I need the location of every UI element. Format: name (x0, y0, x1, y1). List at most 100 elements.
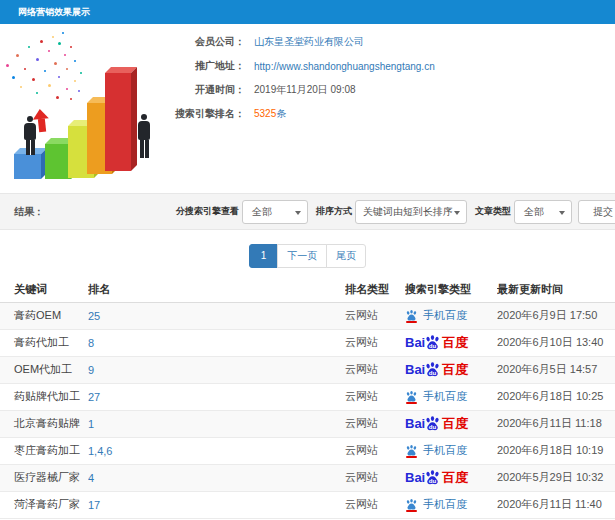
keyword-cell: 膏药代加工 (0, 329, 88, 356)
keyword-cell: 枣庄膏药加工 (0, 437, 88, 464)
table-header-row: 关键词 排名 排名类型 搜索引擎类型 最新更新时间 (0, 277, 615, 302)
col-rank: 排名 (88, 277, 345, 302)
rank-link[interactable]: 9 (88, 364, 94, 376)
caret-down-icon (454, 211, 460, 215)
engine-cell: 手机百度 (405, 491, 497, 518)
info-label: 会员公司： (150, 35, 245, 49)
engine-cell: Baidu百度 (405, 410, 497, 437)
info-section: 会员公司： 山东皇圣堂药业有限公司推广地址：http://www.shandong… (0, 24, 615, 193)
engine-label: 手机百度 (423, 444, 467, 456)
sort-label: 排序方式 (316, 205, 352, 218)
info-value[interactable]: http://www.shandonghuangshengtang.cn (254, 61, 435, 72)
rank-link[interactable]: 4 (88, 472, 94, 484)
mobile-baidu-icon (405, 498, 418, 512)
baidu-logo-icon: Baidu百度 (405, 415, 468, 433)
keyword-cell: 菏泽膏药厂家 (0, 491, 88, 518)
info-value: 2019年11月20日 09:08 (254, 83, 356, 97)
last-page[interactable]: 尾页 (326, 244, 366, 268)
engine-cell: Baidu百度 (405, 464, 497, 491)
engine-cell: 手机百度 (405, 302, 497, 329)
rank-type-cell: 云网站 (345, 302, 405, 329)
table-row: 北京膏药贴牌1 云网站Baidu百度 2020年6月11日 11:18 (0, 410, 615, 437)
rank-type-cell: 云网站 (345, 437, 405, 464)
svg-text:du: du (429, 423, 437, 430)
results-filter-bar: 结果： 分搜索引擎查看 全部 排序方式 关键词由短到长排序 文章类型 全部 提交 (0, 193, 615, 230)
keyword-cell: 北京膏药贴牌 (0, 410, 88, 437)
sort-select[interactable]: 关键词由短到长排序 (355, 200, 467, 224)
mobile-baidu-icon (405, 309, 418, 323)
rank-link[interactable]: 1,4,6 (88, 445, 112, 457)
page-1[interactable]: 1 (249, 244, 279, 268)
updated-cell: 2020年5月29日 10:32 (497, 464, 615, 491)
submit-button[interactable]: 提交 (578, 200, 615, 224)
rank-link[interactable]: 25 (88, 310, 100, 322)
table-row: 枣庄膏药加工1,4,6 云网站 手机百度 2020年6月18日 10:19 (0, 437, 615, 464)
table-row: 药贴牌代加工27云网站手机百度2020年6月18日 10:25 (0, 383, 615, 410)
rank-type-cell: 云网站 (345, 356, 405, 383)
engine-cell: 手机百度 (405, 437, 497, 464)
updated-cell: 2020年6月10日 13:40 (497, 329, 615, 356)
svg-text:du: du (429, 369, 437, 376)
info-field: 搜索引擎排名： 5325条 (150, 106, 435, 122)
engine-cell: Baidu百度 (405, 329, 497, 356)
baidu-logo-icon: Baidu百度 (405, 361, 468, 379)
info-label: 搜索引擎排名： (150, 107, 245, 121)
keyword-cell: 膏药OEM (0, 302, 88, 329)
engine-cell: 手机百度 (405, 383, 497, 410)
rank-link[interactable]: 17 (88, 499, 100, 511)
updated-cell: 2020年6月11日 11:18 (497, 410, 615, 437)
updated-cell: 2020年6月18日 10:19 (497, 437, 615, 464)
type-select[interactable]: 全部 (514, 200, 572, 224)
table-row: 菏泽膏药厂家17 云网站 手机百度 2020年6月11日 11:40 (0, 491, 615, 518)
col-updated: 最新更新时间 (497, 277, 615, 302)
pagination: 1 下一页 尾页 (249, 244, 367, 268)
rank-link[interactable]: 1 (88, 418, 94, 430)
mobile-baidu-icon (405, 390, 418, 404)
businessman-left (22, 116, 38, 155)
caret-down-icon (295, 211, 301, 215)
info-field: 推广地址：http://www.shandonghuangshengtang.c… (150, 58, 435, 74)
page-title: 网络营销效果展示 (0, 0, 615, 24)
keyword-cell: 医疗器械厂家 (0, 464, 88, 491)
engine-label: 手机百度 (423, 498, 467, 510)
results-table: 关键词 排名 排名类型 搜索引擎类型 最新更新时间 膏药OEM25云网站手机百度… (0, 277, 615, 519)
rank-link[interactable]: 27 (88, 391, 100, 403)
engine-label: 手机百度 (423, 309, 467, 321)
col-rank-type: 排名类型 (345, 277, 405, 302)
results-table-body: 膏药OEM25云网站手机百度2020年6月9日 17:50膏药代加工8云网站Ba… (0, 302, 615, 518)
rank-link[interactable]: 8 (88, 337, 94, 349)
info-label: 开通时间： (150, 83, 245, 97)
table-row: OEM代加工9 云网站Baidu百度 2020年6月5日 14:57 (0, 356, 615, 383)
svg-text:du: du (429, 477, 437, 484)
keyword-cell: OEM代加工 (0, 356, 88, 383)
table-row: 膏药OEM25 云网站 手机百度 2020年6月9日 17:50 (0, 302, 615, 329)
caret-down-icon (559, 211, 565, 215)
info-field: 开通时间： 2019年11月20日 09:08 (150, 82, 435, 98)
mobile-baidu-icon (405, 444, 418, 458)
info-value: 5325条 (254, 107, 286, 121)
updated-cell: 2020年6月18日 10:25 (497, 383, 615, 410)
engine-select[interactable]: 全部 (242, 200, 308, 224)
info-field: 会员公司： 山东皇圣堂药业有限公司 (150, 34, 435, 50)
table-row: 膏药代加工8 云网站Baidu百度 2020年6月10日 13:40 (0, 329, 615, 356)
engine-label: 手机百度 (423, 390, 467, 402)
info-value[interactable]: 山东皇圣堂药业有限公司 (254, 35, 364, 49)
updated-cell: 2020年6月11日 11:40 (497, 491, 615, 518)
baidu-logo-icon: Baidu百度 (405, 469, 468, 487)
baidu-logo-icon: Baidu百度 (405, 334, 468, 352)
results-label: 结果： (14, 205, 44, 219)
next-page[interactable]: 下一页 (277, 244, 327, 268)
updated-cell: 2020年6月9日 17:50 (497, 302, 615, 329)
updated-cell: 2020年6月5日 14:57 (497, 356, 615, 383)
table-row: 医疗器械厂家4 云网站Baidu百度 2020年5月29日 10:32 (0, 464, 615, 491)
type-filter-label: 文章类型 (475, 205, 511, 218)
rank-type-cell: 云网站 (345, 329, 405, 356)
rank-type-cell: 云网站 (345, 410, 405, 437)
rank-type-cell: 云网站 (345, 464, 405, 491)
rank-type-cell: 云网站 (345, 383, 405, 410)
col-keyword: 关键词 (0, 277, 88, 302)
col-engine-type: 搜索引擎类型 (405, 277, 497, 302)
rank-type-cell: 云网站 (345, 491, 405, 518)
engine-cell: Baidu百度 (405, 356, 497, 383)
svg-text:du: du (429, 342, 437, 349)
